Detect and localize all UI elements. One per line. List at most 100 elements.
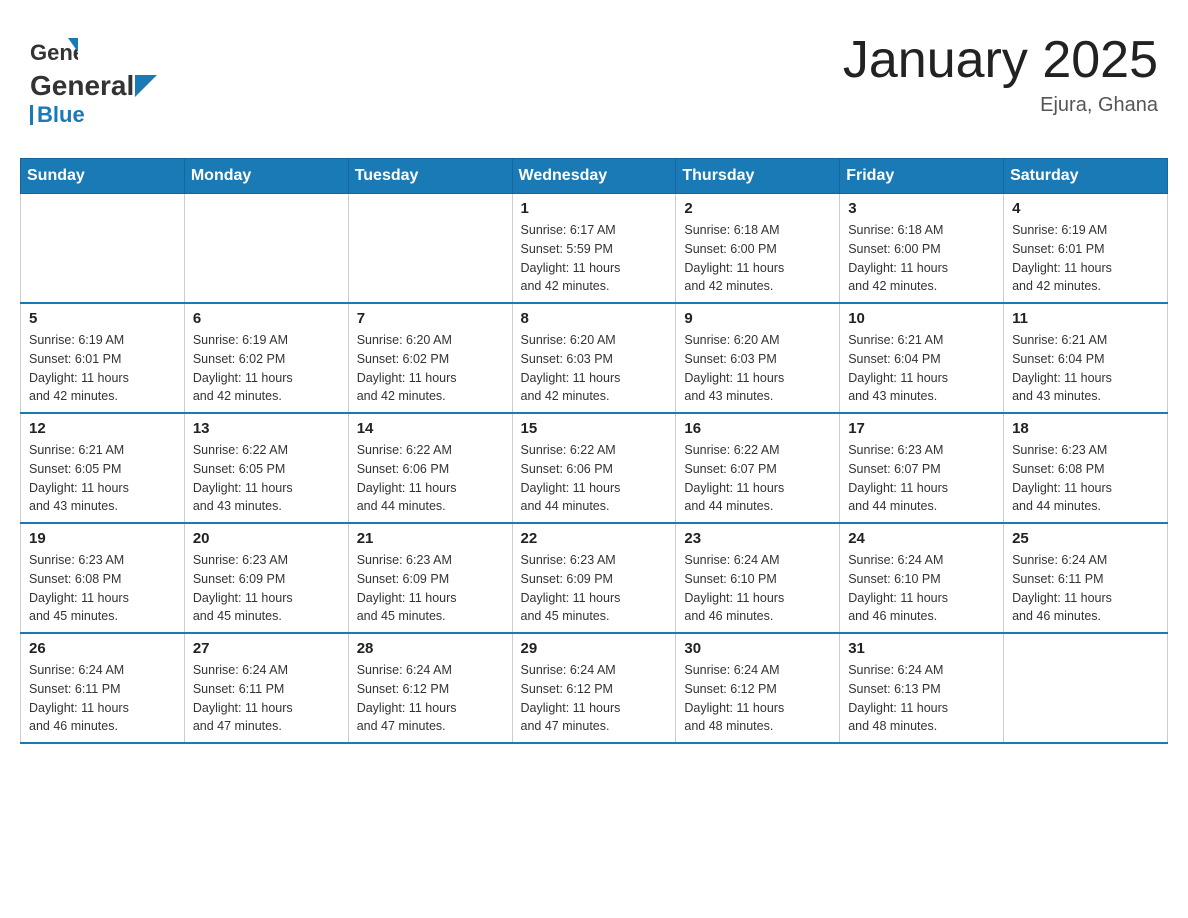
day-info: Sunrise: 6:19 AM Sunset: 6:02 PM Dayligh… [193, 331, 340, 406]
day-number: 1 [521, 200, 668, 217]
day-info: Sunrise: 6:18 AM Sunset: 6:00 PM Dayligh… [684, 221, 831, 296]
calendar-cell [21, 194, 185, 304]
header-day-sunday: Sunday [21, 159, 185, 194]
header-row: SundayMondayTuesdayWednesdayThursdayFrid… [21, 159, 1168, 194]
day-info: Sunrise: 6:24 AM Sunset: 6:11 PM Dayligh… [193, 661, 340, 736]
day-info: Sunrise: 6:20 AM Sunset: 6:03 PM Dayligh… [521, 331, 668, 406]
calendar-cell: 19 Sunrise: 6:23 AM Sunset: 6:08 PM Dayli… [21, 523, 185, 633]
day-info: Sunrise: 6:22 AM Sunset: 6:06 PM Dayligh… [357, 441, 504, 516]
header-day-tuesday: Tuesday [348, 159, 512, 194]
calendar-cell: 23 Sunrise: 6:24 AM Sunset: 6:10 PM Dayli… [676, 523, 840, 633]
calendar-cell: 28 Sunrise: 6:24 AM Sunset: 6:12 PM Dayli… [348, 633, 512, 743]
calendar-cell: 8 Sunrise: 6:20 AM Sunset: 6:03 PM Daylig… [512, 303, 676, 413]
day-info: Sunrise: 6:24 AM Sunset: 6:13 PM Dayligh… [848, 661, 995, 736]
logo-bar [30, 105, 33, 125]
day-number: 2 [684, 200, 831, 217]
page-header: General General Blue January 2025 Ejura,… [20, 20, 1168, 138]
calendar-cell: 17 Sunrise: 6:23 AM Sunset: 6:07 PM Dayli… [840, 413, 1004, 523]
calendar-cell: 14 Sunrise: 6:22 AM Sunset: 6:06 PM Dayli… [348, 413, 512, 523]
day-info: Sunrise: 6:21 AM Sunset: 6:04 PM Dayligh… [848, 331, 995, 406]
calendar-cell: 22Sunrise: 6:23 AM Sunset: 6:09 PM Dayli… [512, 523, 676, 633]
calendar-cell: 9 Sunrise: 6:20 AM Sunset: 6:03 PM Daylig… [676, 303, 840, 413]
day-info: Sunrise: 6:23 AM Sunset: 6:09 PM Dayligh… [521, 551, 668, 626]
calendar-cell: 11Sunrise: 6:21 AM Sunset: 6:04 PM Dayli… [1004, 303, 1168, 413]
day-number: 9 [684, 310, 831, 327]
day-number: 31 [848, 640, 995, 657]
calendar-cell: 18Sunrise: 6:23 AM Sunset: 6:08 PM Dayli… [1004, 413, 1168, 523]
day-number: 10 [848, 310, 995, 327]
day-info: Sunrise: 6:24 AM Sunset: 6:10 PM Dayligh… [848, 551, 995, 626]
header-day-wednesday: Wednesday [512, 159, 676, 194]
day-number: 12 [29, 420, 176, 437]
day-info: Sunrise: 6:24 AM Sunset: 6:10 PM Dayligh… [684, 551, 831, 626]
day-number: 17 [848, 420, 995, 437]
calendar-cell: 30 Sunrise: 6:24 AM Sunset: 6:12 PM Dayli… [676, 633, 840, 743]
day-info: Sunrise: 6:21 AM Sunset: 6:04 PM Dayligh… [1012, 331, 1159, 406]
calendar-cell: 3 Sunrise: 6:18 AM Sunset: 6:00 PM Daylig… [840, 194, 1004, 304]
day-info: Sunrise: 6:24 AM Sunset: 6:11 PM Dayligh… [29, 661, 176, 736]
day-info: Sunrise: 6:23 AM Sunset: 6:07 PM Dayligh… [848, 441, 995, 516]
day-info: Sunrise: 6:17 AM Sunset: 5:59 PM Dayligh… [521, 221, 668, 296]
day-number: 23 [684, 530, 831, 547]
calendar-cell: 24 Sunrise: 6:24 AM Sunset: 6:10 PM Dayli… [840, 523, 1004, 633]
day-info: Sunrise: 6:18 AM Sunset: 6:00 PM Dayligh… [848, 221, 995, 296]
calendar-cell [184, 194, 348, 304]
logo-triangle-icon [135, 75, 157, 97]
day-info: Sunrise: 6:24 AM Sunset: 6:11 PM Dayligh… [1012, 551, 1159, 626]
day-number: 25 [1012, 530, 1159, 547]
calendar-body: 1 Sunrise: 6:17 AM Sunset: 5:59 PM Daylig… [21, 194, 1168, 744]
calendar-cell: 12Sunrise: 6:21 AM Sunset: 6:05 PM Dayli… [21, 413, 185, 523]
calendar-cell: 15Sunrise: 6:22 AM Sunset: 6:06 PM Dayli… [512, 413, 676, 523]
day-info: Sunrise: 6:22 AM Sunset: 6:05 PM Dayligh… [193, 441, 340, 516]
day-info: Sunrise: 6:23 AM Sunset: 6:09 PM Dayligh… [193, 551, 340, 626]
day-info: Sunrise: 6:24 AM Sunset: 6:12 PM Dayligh… [357, 661, 504, 736]
day-number: 19 [29, 530, 176, 547]
day-number: 21 [357, 530, 504, 547]
day-info: Sunrise: 6:24 AM Sunset: 6:12 PM Dayligh… [521, 661, 668, 736]
header-day-friday: Friday [840, 159, 1004, 194]
day-info: Sunrise: 6:22 AM Sunset: 6:06 PM Dayligh… [521, 441, 668, 516]
day-number: 8 [521, 310, 668, 327]
subtitle: Ejura, Ghana [843, 94, 1158, 117]
svg-text:General: General [30, 40, 78, 65]
week-row-4: 19 Sunrise: 6:23 AM Sunset: 6:08 PM Dayli… [21, 523, 1168, 633]
day-number: 6 [193, 310, 340, 327]
day-info: Sunrise: 6:20 AM Sunset: 6:03 PM Dayligh… [684, 331, 831, 406]
day-info: Sunrise: 6:19 AM Sunset: 6:01 PM Dayligh… [1012, 221, 1159, 296]
calendar-cell: 21Sunrise: 6:23 AM Sunset: 6:09 PM Dayli… [348, 523, 512, 633]
day-info: Sunrise: 6:22 AM Sunset: 6:07 PM Dayligh… [684, 441, 831, 516]
day-number: 4 [1012, 200, 1159, 217]
page-title: January 2025 [843, 30, 1158, 90]
day-number: 14 [357, 420, 504, 437]
calendar-cell: 16 Sunrise: 6:22 AM Sunset: 6:07 PM Dayli… [676, 413, 840, 523]
title-block: January 2025 Ejura, Ghana [843, 30, 1158, 117]
day-number: 28 [357, 640, 504, 657]
calendar-cell: 31 Sunrise: 6:24 AM Sunset: 6:13 PM Dayli… [840, 633, 1004, 743]
day-number: 30 [684, 640, 831, 657]
day-number: 7 [357, 310, 504, 327]
week-row-3: 12Sunrise: 6:21 AM Sunset: 6:05 PM Dayli… [21, 413, 1168, 523]
calendar-cell: 7Sunrise: 6:20 AM Sunset: 6:02 PM Daylig… [348, 303, 512, 413]
calendar-cell: 20 Sunrise: 6:23 AM Sunset: 6:09 PM Dayli… [184, 523, 348, 633]
day-info: Sunrise: 6:24 AM Sunset: 6:12 PM Dayligh… [684, 661, 831, 736]
week-row-2: 5Sunrise: 6:19 AM Sunset: 6:01 PM Daylig… [21, 303, 1168, 413]
week-row-5: 26 Sunrise: 6:24 AM Sunset: 6:11 PM Dayli… [21, 633, 1168, 743]
day-number: 3 [848, 200, 995, 217]
day-number: 20 [193, 530, 340, 547]
calendar-table: SundayMondayTuesdayWednesdayThursdayFrid… [20, 158, 1168, 744]
day-number: 16 [684, 420, 831, 437]
calendar-cell: 5Sunrise: 6:19 AM Sunset: 6:01 PM Daylig… [21, 303, 185, 413]
day-info: Sunrise: 6:19 AM Sunset: 6:01 PM Dayligh… [29, 331, 176, 406]
calendar-cell: 6 Sunrise: 6:19 AM Sunset: 6:02 PM Daylig… [184, 303, 348, 413]
calendar-cell: 27Sunrise: 6:24 AM Sunset: 6:11 PM Dayli… [184, 633, 348, 743]
logo-blue: Blue [37, 102, 85, 128]
calendar-cell: 1 Sunrise: 6:17 AM Sunset: 5:59 PM Daylig… [512, 194, 676, 304]
day-number: 24 [848, 530, 995, 547]
calendar-cell: 4 Sunrise: 6:19 AM Sunset: 6:01 PM Daylig… [1004, 194, 1168, 304]
day-number: 13 [193, 420, 340, 437]
day-number: 29 [521, 640, 668, 657]
day-info: Sunrise: 6:23 AM Sunset: 6:08 PM Dayligh… [29, 551, 176, 626]
logo: General General Blue [30, 30, 158, 128]
logo-general: General [30, 70, 134, 102]
day-number: 26 [29, 640, 176, 657]
